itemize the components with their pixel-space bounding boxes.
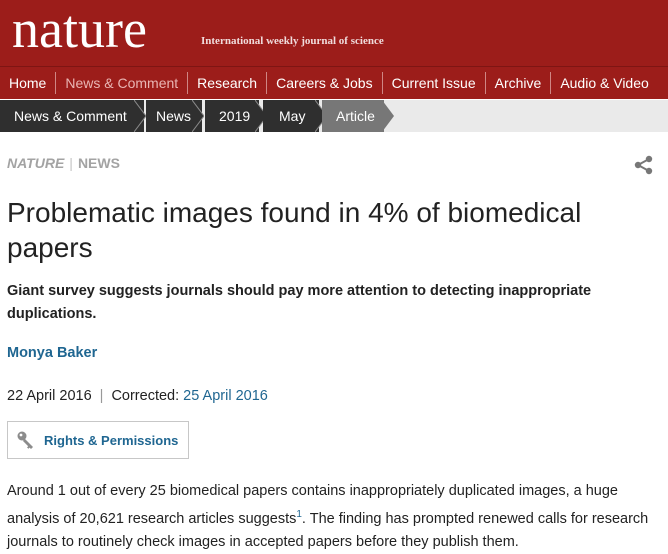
article-title: Problematic images found in 4% of biomed…: [7, 197, 582, 263]
masthead: nature International weekly journal of s…: [0, 0, 668, 66]
key-icon: [17, 431, 33, 449]
breadcrumb-label: May: [279, 108, 306, 124]
article-body-paragraph: Around 1 out of every 25 biomedical pape…: [7, 480, 665, 554]
rights-permissions-button[interactable]: Rights & Permissions: [7, 421, 189, 459]
corrected-date-link[interactable]: 25 April 2016: [183, 388, 268, 404]
nav-news-comment[interactable]: News & Comment: [56, 72, 189, 94]
nav-archive[interactable]: Archive: [486, 72, 552, 94]
breadcrumb-label: Article: [336, 108, 375, 124]
breadcrumb-news-comment[interactable]: News & Comment: [0, 100, 146, 132]
rights-permissions-label: Rights & Permissions: [44, 432, 179, 448]
kicker-section[interactable]: NEWS: [78, 155, 120, 171]
nav-audio-video[interactable]: Audio & Video: [551, 72, 657, 94]
breadcrumb-may[interactable]: May: [263, 100, 327, 132]
kicker-separator: |: [69, 155, 73, 171]
breadcrumb-chevron: [382, 100, 394, 132]
breadcrumb-label: 2019: [219, 108, 251, 124]
breadcrumb-chevron: [134, 100, 146, 132]
breadcrumb-label: News & Comment: [14, 108, 127, 124]
author-link[interactable]: Monya Baker: [7, 345, 97, 361]
breadcrumb: News & Comment News 2019 May Article: [0, 100, 668, 132]
published-date: 22 April 2016: [7, 388, 92, 404]
share-icon[interactable]: [634, 155, 654, 175]
breadcrumb-label: News: [156, 108, 192, 124]
breadcrumb-article[interactable]: Article: [322, 100, 394, 132]
nav-research[interactable]: Research: [188, 72, 268, 94]
tagline: International weekly journal of science: [201, 35, 384, 47]
nature-logo[interactable]: nature: [12, 0, 147, 60]
nav-current-issue[interactable]: Current Issue: [383, 72, 486, 94]
breadcrumb-2019[interactable]: 2019: [205, 100, 267, 132]
breadcrumb-chevron: [192, 100, 204, 132]
article-kicker: NATURE | NEWS: [7, 155, 120, 171]
date-divider: |: [99, 388, 104, 404]
breadcrumb-news[interactable]: News: [146, 100, 204, 132]
corrected-label: Corrected:: [111, 388, 180, 404]
article-dates: 22 April 2016 | Corrected: 25 April 2016: [7, 388, 268, 404]
article-standfirst: Giant survey suggests journals should pa…: [7, 283, 592, 322]
nav-home[interactable]: Home: [0, 72, 57, 94]
nav-careers-jobs[interactable]: Careers & Jobs: [267, 72, 383, 94]
kicker-journal: NATURE: [7, 155, 65, 171]
main-nav: Home News & Comment Research Careers & J…: [0, 66, 668, 99]
